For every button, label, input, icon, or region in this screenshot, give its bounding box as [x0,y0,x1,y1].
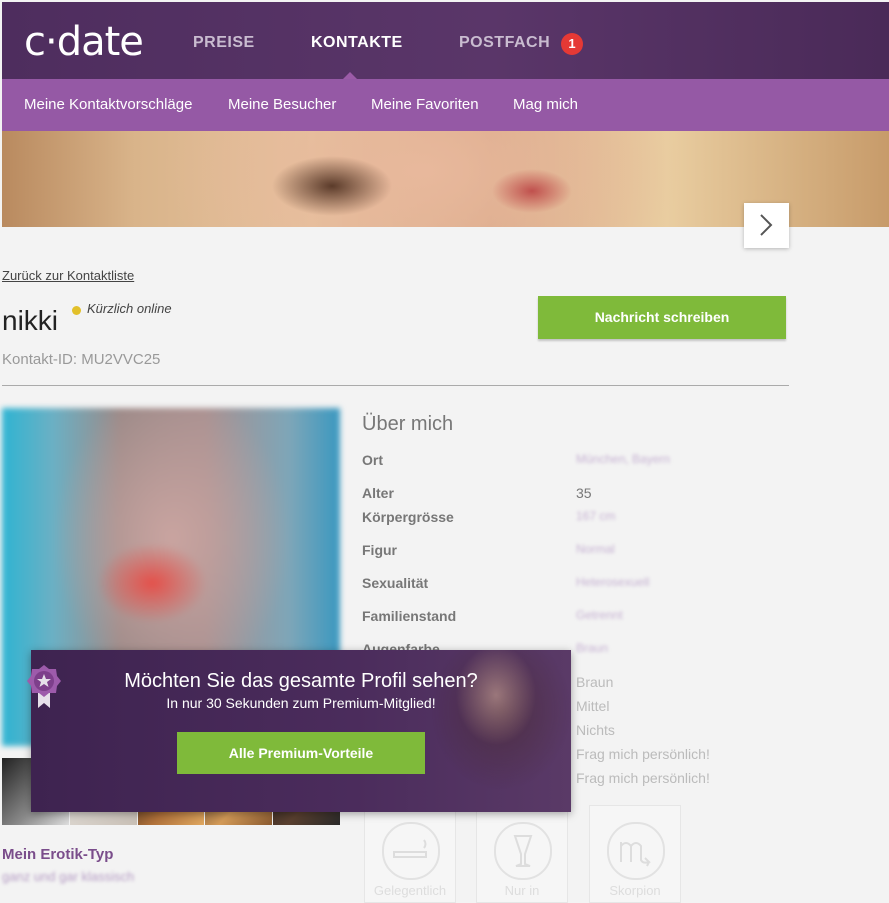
about-label-sexualitaet: Sexualität [362,575,429,591]
about-value-ort: München, Bayern [576,452,671,466]
about-value-figur: Normal [576,542,615,556]
about-value-augenfarbe: Braun [576,641,609,655]
top-navigation-bar: c·date PREISE KONTAKTE POSTFACH 1 [2,2,889,80]
nav-item-preise[interactable]: PREISE [193,34,255,52]
subnav-besucher[interactable]: Meine Besucher [228,96,336,113]
lifestyle-trinken-label: Nur in [504,883,540,898]
chevron-right-icon [760,214,773,236]
about-label-alter: Alter [362,485,394,501]
subnav-mag-mich[interactable]: Mag mich [513,96,578,113]
write-message-button[interactable]: Nachricht schreiben [538,296,786,339]
premium-benefits-button[interactable]: Alle Premium-Vorteile [177,732,425,774]
scorpio-icon [607,822,665,880]
premium-headline: Möchten Sie das gesamte Profil sehen? [124,670,478,692]
sub-navigation-bar: Meine Kontaktvorschläge Meine Besucher M… [2,79,889,131]
premium-subline: In nur 30 Sekunden zum Premium-Mitglied! [166,695,436,711]
back-to-contacts-link[interactable]: Zurück zur Kontaktliste [2,268,134,283]
divider [2,385,789,386]
lifestyle-rauchen: Gelegentlich [364,805,456,903]
lifestyle-sternzeichen-label: Skorpion [609,883,661,898]
nav-item-postfach[interactable]: POSTFACH [459,34,550,52]
nav-item-kontakte[interactable]: KONTAKTE [311,34,403,52]
about-value-frage-1: Frag mich persönlich! [576,746,710,762]
about-value-koerperschmuck: Nichts [576,722,615,738]
lifestyle-rauchen-label: Gelegentlich [373,883,447,898]
profile-name: nikki [2,305,59,336]
subnav-favoriten[interactable]: Meine Favoriten [371,96,479,113]
postfach-unread-badge: 1 [561,33,583,55]
about-me-heading: Über mich [362,413,454,435]
wine-glass-icon [494,822,552,880]
banner-next-button[interactable] [744,203,789,248]
about-label-familienstand: Familienstand [362,608,457,624]
about-value-haarlaenge: Mittel [576,698,610,714]
lifestyle-trinken: Nur in [476,805,568,903]
online-status-dot [72,306,81,315]
erotik-type-value: ganz und gar klassisch [2,869,135,884]
about-value-frage-2: Frag mich persönlich! [576,770,710,786]
cdate-logo[interactable]: c·date [24,20,144,64]
subnav-kontaktvorschlaege[interactable]: Meine Kontaktvorschläge [24,96,192,113]
premium-star-badge-icon [26,664,62,717]
about-label-koerpergroesse: Körpergrösse [362,509,454,525]
about-value-koerpergroesse: 167 cm [576,509,616,523]
about-value-haarfarbe: Braun [576,674,614,690]
cigarette-icon [382,822,440,880]
about-value-familienstand: Getrennt [576,608,623,622]
about-label-ort: Ort [362,452,383,468]
about-value-alter: 35 [576,485,592,501]
premium-upsell-overlay: Möchten Sie das gesamte Profil sehen? In… [31,650,571,812]
online-status-text: Kürzlich online [87,301,172,316]
erotik-type-heading: Mein Erotik-Typ [2,846,114,863]
contact-id: Kontakt-ID: MU2VVC25 [2,351,161,368]
about-label-figur: Figur [362,542,397,558]
lifestyle-sternzeichen: Skorpion [589,805,681,903]
about-value-sexualitaet: Heterosexuell [576,575,650,589]
